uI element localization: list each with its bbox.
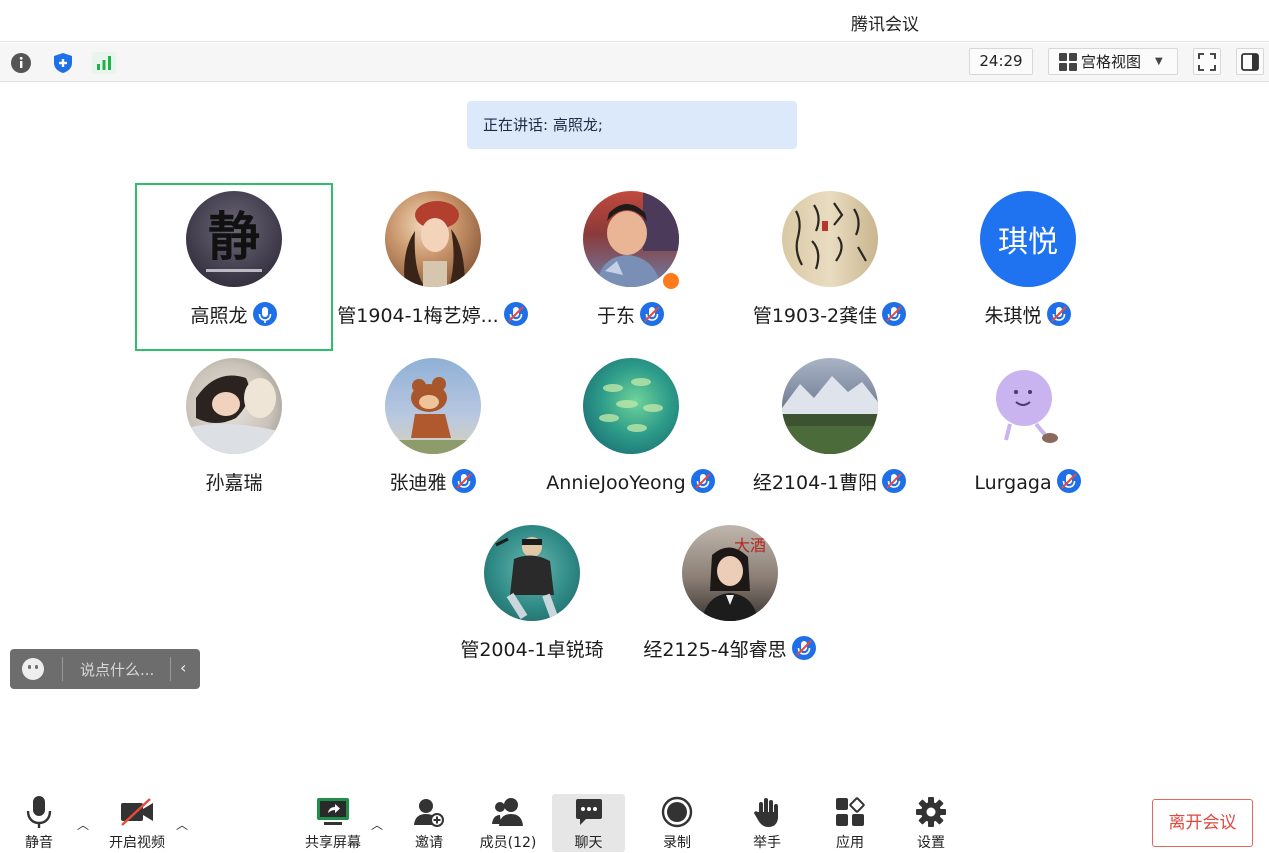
chevron-up-icon[interactable]: ︿	[176, 816, 188, 833]
participant-name: 经2125-4邹睿思	[601, 635, 859, 662]
chat-button[interactable]: 聊天	[552, 794, 625, 852]
mic-muted-icon	[1046, 301, 1072, 327]
invite-user-icon	[414, 799, 444, 827]
caret-down-icon: ▼	[1155, 56, 1163, 67]
start-video-button[interactable]: 开启视频	[104, 794, 170, 852]
avatar	[782, 358, 878, 454]
chat-input[interactable]: 说点什么...	[80, 659, 154, 680]
mute-button[interactable]: 静音	[14, 794, 64, 852]
avatar: 静	[186, 191, 282, 287]
apps-label: 应用	[836, 835, 864, 851]
apps-icon	[836, 797, 865, 826]
chat-label: 聊天	[574, 835, 603, 851]
view-mode-label: 宫格视图	[1081, 53, 1142, 71]
meeting-timer: 24:29	[969, 48, 1033, 75]
participant-tile[interactable]: Lurgaga	[929, 350, 1127, 518]
grid-icon	[1059, 52, 1077, 71]
speaking-indicator: 正在讲话: 高照龙;	[467, 101, 797, 149]
avatar: 大酒	[682, 525, 778, 621]
title-bar: 腾讯会议	[0, 0, 1269, 42]
signal-icon[interactable]	[91, 50, 117, 76]
avatar-initials: 琪悦	[998, 225, 1058, 260]
start-video-label: 开启视频	[109, 835, 165, 851]
chevron-up-icon[interactable]: ︿	[77, 816, 89, 833]
divider	[62, 657, 63, 681]
leave-meeting-button[interactable]: 离开会议	[1152, 799, 1253, 847]
sidebar-toggle-button[interactable]	[1236, 48, 1264, 75]
chat-bubble-icon	[575, 799, 602, 825]
participant-name: Lurgaga	[899, 468, 1157, 494]
settings-label: 设置	[917, 835, 945, 851]
members-button[interactable]: 成员(12)	[476, 794, 540, 852]
sidebar-icon	[1241, 52, 1259, 71]
avatar: 琪悦	[980, 191, 1076, 287]
mute-label: 静音	[25, 835, 53, 851]
mic-active-icon	[252, 301, 278, 327]
record-icon	[661, 796, 693, 828]
avatar	[484, 525, 580, 621]
floating-chat-bar: 说点什么... ‹	[10, 649, 200, 689]
raise-hand-label: 举手	[753, 835, 781, 851]
raise-hand-button[interactable]: 举手	[742, 794, 792, 852]
participant-name: 朱琪悦	[899, 301, 1157, 328]
raise-hand-icon	[754, 798, 778, 827]
emoji-icon[interactable]	[22, 658, 51, 685]
avatar	[980, 358, 1076, 454]
divider	[170, 657, 171, 681]
host-badge-icon	[661, 271, 681, 291]
invite-button[interactable]: 邀请	[404, 794, 454, 852]
share-screen-button[interactable]: 共享屏幕	[300, 794, 366, 852]
share-screen-icon	[317, 798, 349, 825]
avatar	[186, 358, 282, 454]
mic-muted-icon	[791, 635, 817, 661]
gear-icon	[916, 797, 946, 827]
participant-tile[interactable]: 琪悦 朱琪悦	[929, 183, 1127, 351]
chevron-left-icon[interactable]: ‹	[180, 658, 186, 677]
settings-button[interactable]: 设置	[906, 794, 956, 852]
svg-text:静: 静	[208, 207, 260, 268]
fullscreen-icon	[1198, 52, 1216, 71]
avatar	[385, 358, 481, 454]
info-icon[interactable]	[8, 50, 34, 76]
record-button[interactable]: 录制	[652, 794, 702, 852]
record-label: 录制	[663, 835, 691, 851]
chevron-up-icon[interactable]: ︿	[371, 816, 383, 833]
apps-button[interactable]: 应用	[825, 794, 875, 852]
invite-label: 邀请	[415, 835, 443, 851]
members-icon	[492, 798, 523, 826]
participant-tile[interactable]: 大酒 经2125-4邹睿思	[631, 517, 829, 685]
fullscreen-button[interactable]	[1193, 48, 1221, 75]
app-title: 腾讯会议	[851, 15, 919, 35]
mic-muted-icon	[451, 468, 477, 494]
microphone-icon	[26, 796, 52, 828]
view-mode-select[interactable]: 宫格视图 ▼	[1048, 48, 1178, 75]
avatar	[385, 191, 481, 287]
avatar	[782, 191, 878, 287]
bottom-control-bar: 静音 ︿ 开启视频 ︿ 共享屏幕 ︿ 邀请 成员(12) 聊天 录制 举手 应用…	[0, 780, 1269, 853]
avatar	[583, 358, 679, 454]
mic-muted-icon	[639, 301, 665, 327]
shield-icon[interactable]	[50, 50, 76, 76]
members-label: 成员(12)	[479, 835, 537, 851]
share-screen-label: 共享屏幕	[305, 835, 361, 851]
mic-muted-icon	[1056, 468, 1082, 494]
video-off-icon	[121, 798, 153, 826]
top-toolbar: 24:29 宫格视图 ▼	[0, 43, 1269, 82]
